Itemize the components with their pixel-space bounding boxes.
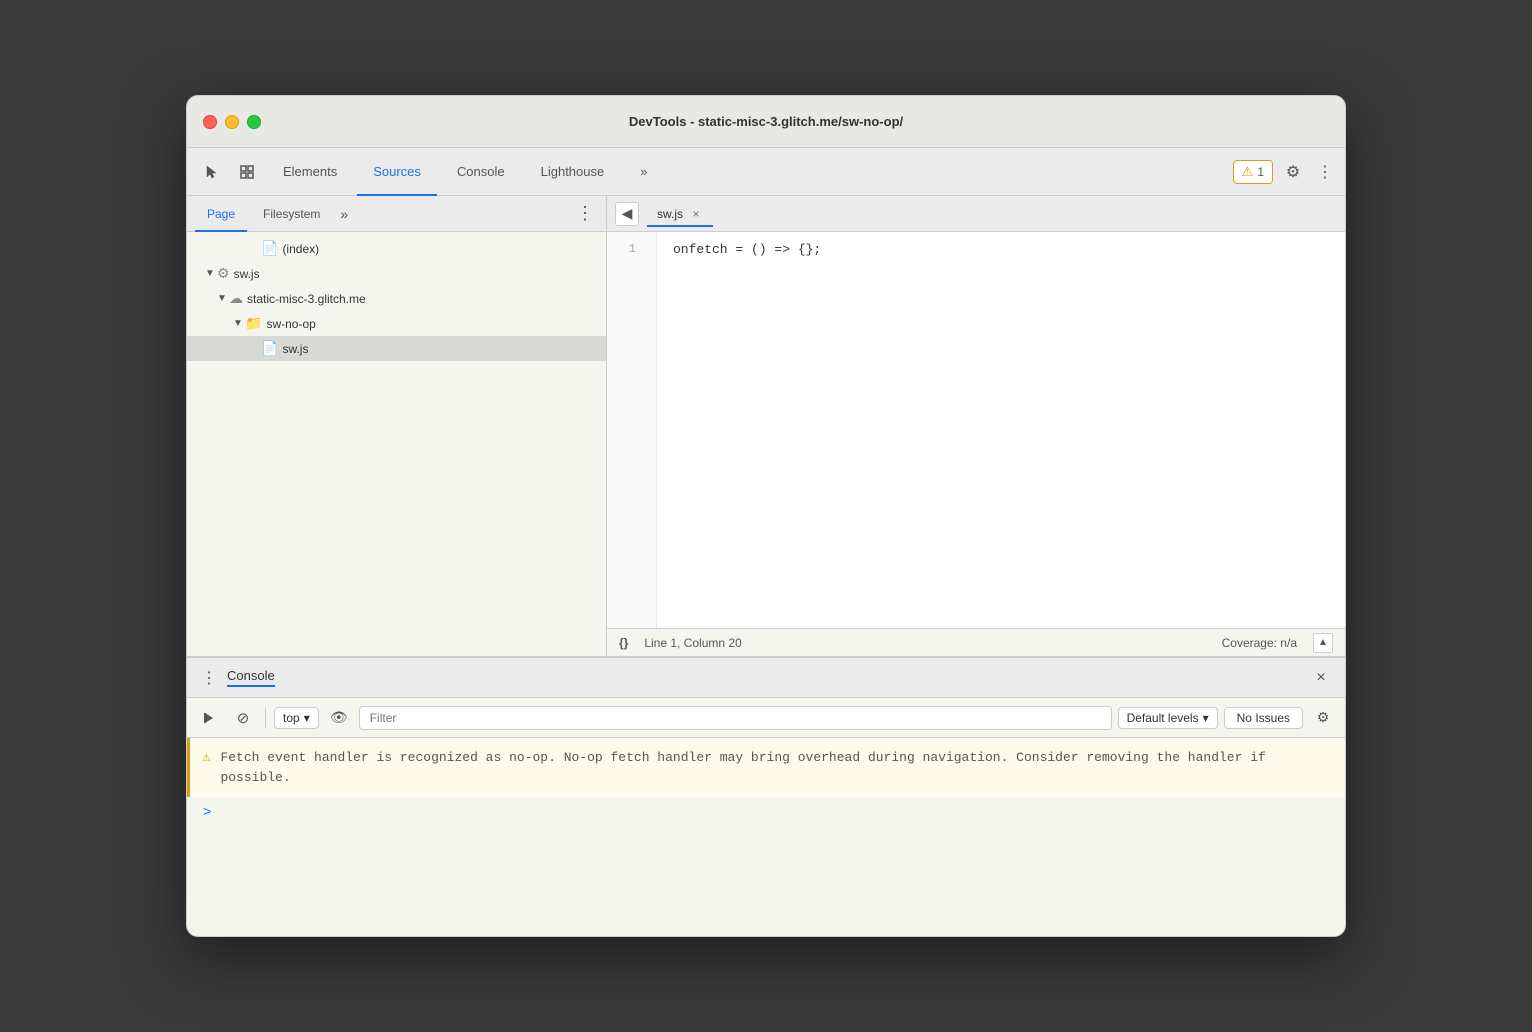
no-issues-button[interactable]: No Issues xyxy=(1224,707,1303,729)
tabbar-right: ⚠ 1 ⚙ ⋮ xyxy=(1233,156,1337,188)
editor-panel: ◀ sw.js × 1 onfetch = () => {}; xyxy=(607,196,1345,656)
window-title: DevTools - static-misc-3.glitch.me/sw-no… xyxy=(629,114,903,129)
panel-tabs: Page Filesystem » ⋮ xyxy=(187,196,606,232)
main-tabbar: Elements Sources Console Lighthouse » ⚠ … xyxy=(187,148,1345,196)
editor-tab-close-button[interactable]: × xyxy=(689,207,703,221)
live-expressions-button[interactable]: 👁 xyxy=(325,704,353,732)
tab-filesystem[interactable]: Filesystem xyxy=(251,197,332,232)
line-numbers: 1 xyxy=(607,232,657,628)
panel-tab-more[interactable]: » xyxy=(336,206,352,222)
console-filter-input[interactable] xyxy=(359,706,1112,730)
code-content[interactable]: onfetch = () => {}; xyxy=(657,232,1345,628)
warning-triangle-icon: ⚠ xyxy=(202,749,210,766)
console-close-button[interactable]: × xyxy=(1309,666,1333,690)
close-button[interactable] xyxy=(203,115,217,129)
document-icon: 📄 xyxy=(261,240,278,257)
prompt-chevron-icon: > xyxy=(203,805,211,821)
settings-button[interactable]: ⚙ xyxy=(1277,156,1309,188)
editor-back-button[interactable]: ◀ xyxy=(615,202,639,226)
warning-icon: ⚠ xyxy=(1242,164,1254,180)
tree-item-domain[interactable]: ▼ ☁ static-misc-3.glitch.me xyxy=(187,286,606,311)
titlebar: DevTools - static-misc-3.glitch.me/sw-no… xyxy=(187,96,1345,148)
coverage-status: Coverage: n/a xyxy=(1222,636,1297,650)
console-options-button[interactable]: ⋮ xyxy=(199,668,219,688)
more-options-button[interactable]: ⋮ xyxy=(1313,156,1337,188)
code-editor[interactable]: 1 onfetch = () => {}; xyxy=(607,232,1345,628)
tree-item-index[interactable]: 📄 (index) xyxy=(187,236,606,261)
dropdown-arrow-icon: ▾ xyxy=(304,711,310,725)
tree-arrow-folder: ▼ xyxy=(231,318,245,329)
console-area: ⋮ Console × ⊘ top ▾ xyxy=(187,656,1345,936)
scroll-top-button[interactable]: ▲ xyxy=(1313,633,1333,653)
warning-badge[interactable]: ⚠ 1 xyxy=(1233,160,1273,184)
inspect-icon[interactable] xyxy=(231,156,263,188)
tree-item-sw-js-root[interactable]: ▼ ⚙ sw.js xyxy=(187,261,606,286)
tab-lighthouse[interactable]: Lighthouse xyxy=(525,149,621,196)
warning-message: ⚠ Fetch event handler is recognized as n… xyxy=(187,738,1345,797)
tree-arrow-sw-js-root: ▼ xyxy=(203,268,217,279)
cursor-position[interactable]: Line 1, Column 20 xyxy=(644,636,741,650)
tree-arrow-domain: ▼ xyxy=(215,293,229,304)
warning-text: Fetch event handler is recognized as no-… xyxy=(220,748,1333,787)
cursor-icon[interactable] xyxy=(195,156,227,188)
context-selector[interactable]: top ▾ xyxy=(274,707,319,729)
tab-elements[interactable]: Elements xyxy=(267,149,353,196)
levels-arrow-icon: ▾ xyxy=(1203,711,1209,725)
console-toolbar: ⊘ top ▾ 👁 Default levels ▾ No Issues ⚙ xyxy=(187,698,1345,738)
line-number-1: 1 xyxy=(607,240,644,259)
main-area: Page Filesystem » ⋮ 📄 xyxy=(187,196,1345,656)
traffic-lights xyxy=(203,115,261,129)
tree-item-folder[interactable]: ▼ 📁 sw-no-op xyxy=(187,311,606,336)
tree-item-sw-js-file[interactable]: 📄 sw.js xyxy=(187,336,606,361)
file-tree: 📄 (index) ▼ ⚙ sw.js ▼ ☁ static-misc-3.gl… xyxy=(187,232,606,656)
tab-console[interactable]: Console xyxy=(441,149,521,196)
console-header: ⋮ Console × xyxy=(187,658,1345,698)
default-levels-button[interactable]: Default levels ▾ xyxy=(1118,707,1218,729)
preserve-log-button[interactable] xyxy=(195,704,223,732)
tab-more[interactable]: » xyxy=(624,149,663,196)
minimize-button[interactable] xyxy=(225,115,239,129)
js-file-icon: 📄 xyxy=(261,340,278,357)
tab-sources[interactable]: Sources xyxy=(357,149,437,196)
cloud-icon: ☁ xyxy=(229,290,243,307)
code-line-1: onfetch = () => {}; xyxy=(673,240,1329,261)
panel-options-button[interactable]: ⋮ xyxy=(572,203,598,224)
tab-page[interactable]: Page xyxy=(195,197,247,232)
console-messages: ⚠ Fetch event handler is recognized as n… xyxy=(187,738,1345,936)
status-bar: {} Line 1, Column 20 Coverage: n/a ▲ xyxy=(607,628,1345,656)
left-panel: Page Filesystem » ⋮ 📄 xyxy=(187,196,607,656)
console-prompt[interactable]: > xyxy=(187,797,1345,829)
console-settings-button[interactable]: ⚙ xyxy=(1309,704,1337,732)
folder-icon: 📁 xyxy=(245,315,262,332)
console-title: Console xyxy=(227,668,275,687)
gear-file-icon: ⚙ xyxy=(217,265,230,282)
format-button[interactable]: {} xyxy=(619,636,628,650)
editor-tabs: ◀ sw.js × xyxy=(607,196,1345,232)
devtools-window: DevTools - static-misc-3.glitch.me/sw-no… xyxy=(186,95,1346,937)
editor-file-tab[interactable]: sw.js × xyxy=(647,203,713,227)
clear-console-button[interactable]: ⊘ xyxy=(229,704,257,732)
maximize-button[interactable] xyxy=(247,115,261,129)
toolbar-divider xyxy=(265,708,266,728)
